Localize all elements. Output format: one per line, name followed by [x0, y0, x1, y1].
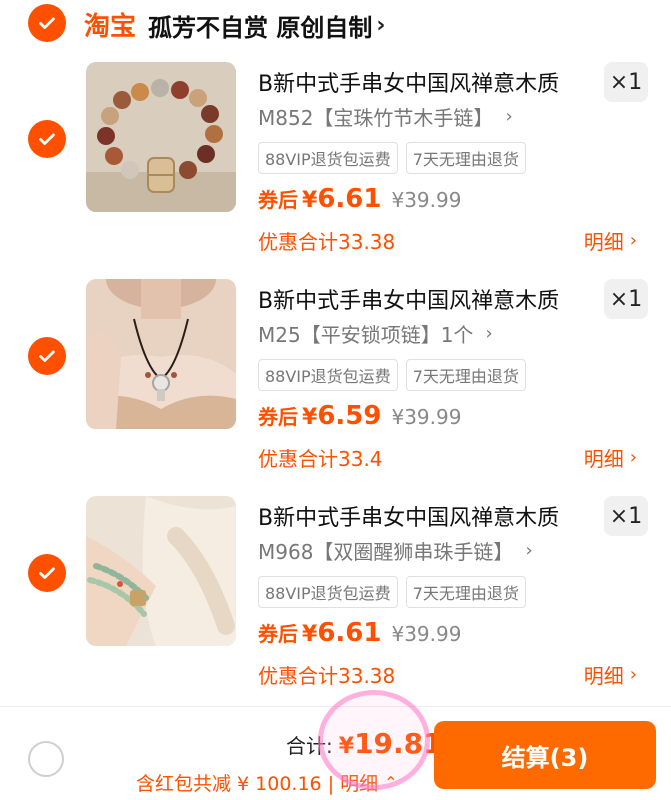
chevron-right-icon: › — [629, 664, 637, 685]
price-value: 6.59 — [317, 401, 382, 431]
cart-item: B新中式手串女中国风禅意木质 ×1 M852【宝珠竹节木手链】 › 88VIP退… — [0, 62, 671, 272]
sku-selector[interactable]: M968【双圈醒狮串珠手链】 › — [258, 536, 533, 565]
product-title[interactable]: B新中式手串女中国风禅意木质 — [258, 283, 559, 315]
tag-vip-return: 88VIP退货包运费 — [258, 142, 398, 174]
shop-checkbox[interactable] — [28, 4, 66, 42]
service-tags: 88VIP退货包运费 7天无理由退货 — [258, 359, 526, 391]
coupon-price-label: 券后 — [258, 622, 298, 646]
quantity-button[interactable]: ×1 — [604, 62, 648, 102]
price-row: 券后 ¥ 6.61 ¥39.99 — [258, 618, 461, 648]
total-currency: ¥ — [338, 734, 355, 759]
item-checkbox[interactable] — [28, 554, 66, 592]
chevron-right-icon: › — [376, 13, 386, 38]
total-row: 合计: ¥ 19.81 — [286, 727, 443, 760]
price-currency: ¥ — [302, 622, 318, 647]
checkout-button[interactable]: 结算(3) — [434, 721, 656, 789]
detail-link[interactable]: 明细 › — [584, 443, 637, 472]
sku-label: M852【宝珠竹节木手链】 — [258, 106, 494, 130]
item-checkbox[interactable] — [28, 337, 66, 375]
shop-header: 淘宝 孤芳不自赏 原创自制 › — [0, 0, 671, 48]
bracelet-image — [86, 62, 236, 212]
cart-item: B新中式手串女中国风禅意木质 ×1 M25【平安锁项链】1个 › 88VIP退货… — [0, 279, 671, 489]
detail-link[interactable]: 明细 › — [584, 660, 637, 689]
tag-7day-return: 7天无理由退货 — [405, 142, 526, 174]
chevron-up-icon: ⌃ — [384, 773, 398, 792]
sku-selector[interactable]: M852【宝珠竹节木手链】 › — [258, 102, 513, 131]
detail-link[interactable]: 明细 › — [584, 226, 637, 255]
product-image[interactable] — [86, 279, 236, 429]
sku-label: M25【平安锁项链】1个 — [258, 323, 474, 347]
total-value: 19.81 — [354, 727, 443, 760]
service-tags: 88VIP退货包运费 7天无理由退货 — [258, 142, 526, 174]
price-value: 6.61 — [317, 184, 382, 214]
shop-name: 孤芳不自赏 原创自制 — [148, 14, 373, 42]
chevron-right-icon: › — [629, 447, 637, 468]
tag-7day-return: 7天无理由退货 — [405, 359, 526, 391]
chevron-right-icon: › — [505, 106, 513, 127]
sku-label: M968【双圈醒狮串珠手链】 — [258, 540, 514, 564]
chevron-right-icon: › — [629, 230, 637, 251]
sku-selector[interactable]: M25【平安锁项链】1个 › — [258, 319, 493, 348]
original-price: ¥39.99 — [391, 405, 462, 429]
discount-total: 优惠合计33.38 — [258, 664, 396, 688]
coupon-price-label: 券后 — [258, 188, 298, 212]
chevron-right-icon: › — [525, 540, 533, 561]
tag-7day-return: 7天无理由退货 — [405, 576, 526, 608]
checkout-bar: 合计: ¥ 19.81 含红包共减 ¥ 100.16 | 明细 ⌃ 结算(3) — [0, 706, 671, 800]
original-price: ¥39.99 — [391, 188, 462, 212]
necklace-image — [86, 279, 236, 429]
price-row: 券后 ¥ 6.61 ¥39.99 — [258, 184, 461, 214]
saving-label: 含红包共减 ¥ 100.16 | 明细 — [136, 773, 379, 795]
product-title[interactable]: B新中式手串女中国风禅意木质 — [258, 66, 559, 98]
check-icon — [39, 133, 55, 145]
quantity-button[interactable]: ×1 — [604, 279, 648, 319]
coupon-price-label: 券后 — [258, 405, 298, 429]
discount-total: 优惠合计33.4 — [258, 447, 383, 471]
double-bracelet-image — [86, 496, 236, 646]
taobao-logo: 淘宝 — [84, 12, 137, 42]
saving-detail-link[interactable]: 含红包共减 ¥ 100.16 | 明细 ⌃ — [136, 769, 398, 796]
price-currency: ¥ — [302, 188, 318, 213]
detail-label: 明细 — [583, 230, 624, 254]
service-tags: 88VIP退货包运费 7天无理由退货 — [258, 576, 526, 608]
product-image[interactable] — [86, 62, 236, 212]
quantity-button[interactable]: ×1 — [604, 496, 648, 536]
price-value: 6.61 — [317, 618, 382, 648]
total-label: 合计: — [286, 734, 333, 758]
detail-label: 明细 — [583, 664, 624, 688]
shop-name-link[interactable]: 孤芳不自赏 原创自制 › — [148, 8, 385, 43]
price-row: 券后 ¥ 6.59 ¥39.99 — [258, 401, 461, 431]
product-image[interactable] — [86, 496, 236, 646]
tag-vip-return: 88VIP退货包运费 — [258, 576, 398, 608]
cart-item: B新中式手串女中国风禅意木质 ×1 M968【双圈醒狮串珠手链】 › 88VIP… — [0, 496, 671, 706]
select-all-radio[interactable] — [28, 741, 64, 777]
chevron-right-icon: › — [485, 323, 493, 344]
price-currency: ¥ — [302, 405, 318, 430]
discount-total: 优惠合计33.38 — [258, 230, 396, 254]
original-price: ¥39.99 — [391, 622, 462, 646]
check-icon — [39, 567, 55, 579]
item-checkbox[interactable] — [28, 120, 66, 158]
check-icon — [39, 17, 55, 29]
detail-label: 明细 — [583, 447, 624, 471]
check-icon — [39, 350, 55, 362]
tag-vip-return: 88VIP退货包运费 — [258, 359, 398, 391]
product-title[interactable]: B新中式手串女中国风禅意木质 — [258, 500, 559, 532]
